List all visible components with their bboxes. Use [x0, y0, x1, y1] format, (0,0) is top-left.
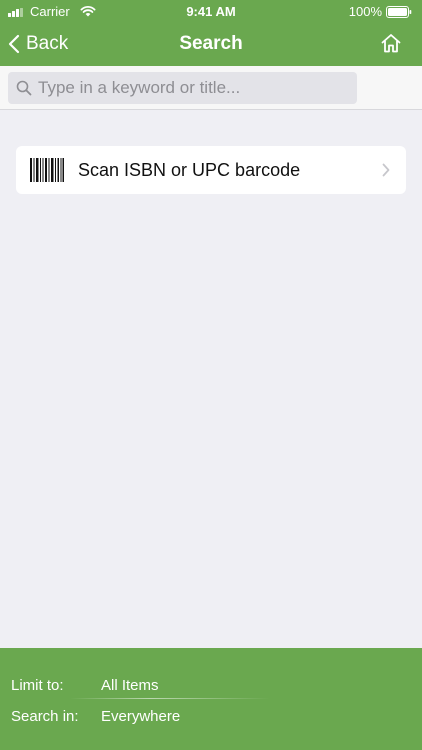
- limit-to-row[interactable]: Limit to: All Items: [0, 674, 422, 700]
- search-screen: Carrier 9:41 AM 100% Back Search Type in…: [0, 0, 422, 750]
- battery-icon: [386, 6, 412, 18]
- scan-label: Scan ISBN or UPC barcode: [78, 159, 301, 180]
- search-options-footer: Limit to: All Items Search in: Everywher…: [0, 648, 422, 750]
- barcode-icon: [30, 158, 64, 182]
- search-input[interactable]: [38, 78, 338, 98]
- search-bar-container: [0, 66, 422, 110]
- footer-divider: [70, 698, 270, 699]
- home-icon[interactable]: [380, 32, 402, 54]
- app-header: Carrier 9:41 AM 100% Back Search: [0, 0, 422, 66]
- chevron-left-icon: [8, 34, 20, 54]
- limit-to-value[interactable]: All Items: [101, 677, 159, 694]
- search-box[interactable]: [8, 72, 357, 104]
- search-in-label: Search in:: [11, 708, 79, 725]
- navigation-bar: Back Search: [0, 24, 422, 66]
- status-bar: Carrier 9:41 AM 100%: [0, 0, 422, 24]
- limit-to-label: Limit to:: [11, 677, 64, 694]
- search-in-value[interactable]: Everywhere: [101, 708, 180, 725]
- search-icon: [16, 80, 32, 96]
- battery-percent: 100%: [348, 4, 382, 19]
- back-label: Back: [26, 33, 69, 54]
- search-in-row[interactable]: Search in: Everywhere: [0, 705, 422, 731]
- back-button[interactable]: Back: [8, 30, 68, 58]
- scan-barcode-button[interactable]: Scan ISBN or UPC barcode: [16, 146, 406, 194]
- chevron-right-icon: [382, 163, 390, 177]
